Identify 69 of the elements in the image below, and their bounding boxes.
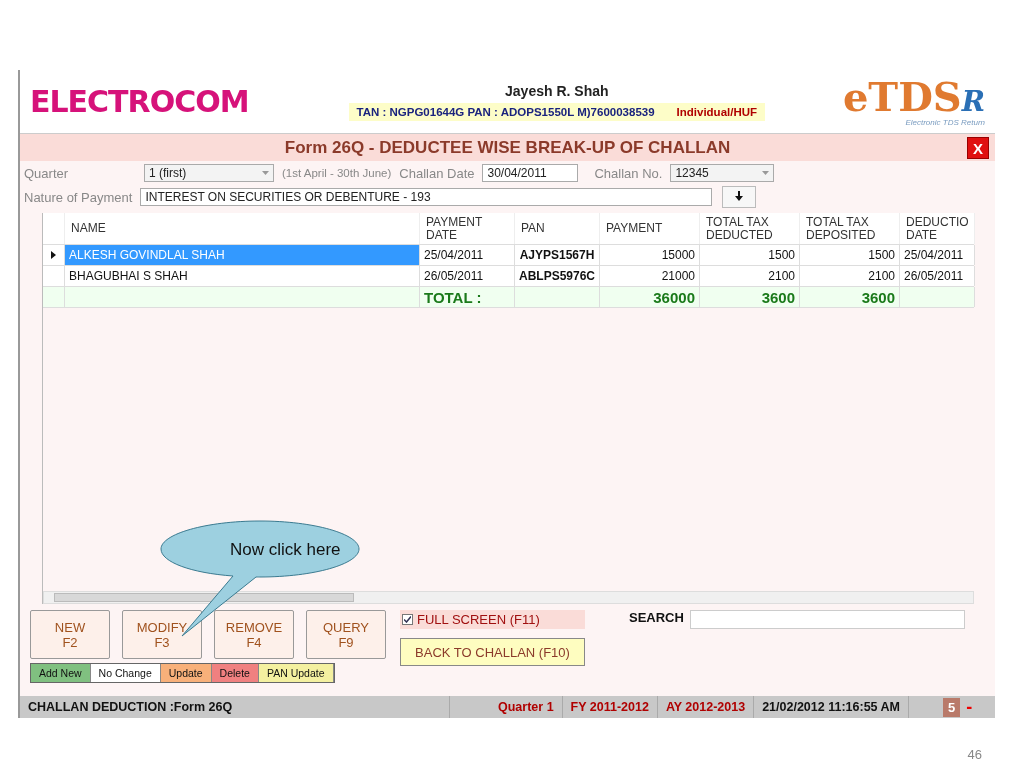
- search-field[interactable]: [689, 610, 965, 629]
- dropdown-arrow-icon: [262, 171, 269, 175]
- table-cell: ALKESH GOVINDLAL SHAH: [65, 245, 420, 265]
- nature-label: Nature of Payment: [24, 189, 133, 205]
- table-cell: ABLPS5976C: [515, 266, 600, 286]
- total-deducted: 3600: [700, 287, 800, 307]
- close-button[interactable]: X: [967, 137, 989, 159]
- quarter-range: (1st April - 30th June): [282, 167, 392, 179]
- quarter-dropdown[interactable]: 1 (first): [144, 164, 274, 182]
- full-screen-checkbox[interactable]: FULL SCREEN (F11): [400, 610, 585, 629]
- table-cell: 1500: [800, 245, 900, 265]
- table-cell: 26/05/2011: [420, 266, 515, 286]
- callout-text: Now click here: [230, 540, 341, 560]
- user-name: Jayesh R. Shah: [505, 82, 609, 99]
- nature-field[interactable]: INTEREST ON SECURITIES OR DEBENTURE - 193: [140, 188, 713, 206]
- column-header: TOTAL TAX DEPOSITED: [800, 213, 900, 244]
- total-payment: 36000: [600, 287, 700, 307]
- legend-item: PAN Update: [258, 664, 334, 682]
- action-button[interactable]: REMOVE F4: [214, 610, 294, 659]
- action-button[interactable]: MODIFY F3: [122, 610, 202, 659]
- legend-item: Add New: [31, 664, 91, 682]
- challan-no-dropdown[interactable]: 12345: [670, 164, 775, 182]
- challan-no-label: Challan No.: [594, 165, 663, 181]
- column-header: DEDUCTIO DATE: [900, 213, 975, 244]
- table-cell: 26/05/2011: [900, 266, 975, 286]
- company-logo: ELECTROCOM: [30, 82, 249, 121]
- screen-name: CHALLAN DEDUCTION :Form 26Q: [20, 696, 450, 718]
- page-number: 46: [967, 747, 982, 762]
- legend-item: No Change: [90, 664, 161, 682]
- form-title: Form 26Q - DEDUCTEE WISE BREAK-UP OF CHALLAN: [284, 137, 731, 158]
- column-header: TOTAL TAX DEDUCTED: [700, 213, 800, 244]
- column-header: PAYMENT DATE: [420, 213, 515, 244]
- table-cell: 25/04/2011: [900, 245, 975, 265]
- record-count: 5: [943, 697, 961, 717]
- quarter-status: Quarter 1: [450, 696, 563, 718]
- column-header: NAME: [65, 213, 420, 244]
- table-cell: 25/04/2011: [420, 245, 515, 265]
- assessment-year: AY 2012-2013: [657, 696, 755, 718]
- challan-date-field[interactable]: 30/04/2011: [482, 164, 579, 182]
- table-cell: 2100: [700, 266, 800, 286]
- table-cell: 2100: [800, 266, 900, 286]
- table-cell: 15000: [600, 245, 700, 265]
- table-cell: BHAGUBHAI S SHAH: [65, 266, 420, 286]
- quarter-label: Quarter: [24, 165, 70, 181]
- product-logo-suffix: R: [961, 84, 985, 118]
- table-cell: 1500: [700, 245, 800, 265]
- total-label: TOTAL :: [420, 287, 515, 307]
- tax-ids: TAN : NGPG01644G PAN : ADOPS1550L M)7600038539: [356, 105, 655, 118]
- product-logo: eTDS: [842, 76, 962, 117]
- action-button[interactable]: NEW F2: [30, 610, 110, 659]
- down-arrow-button[interactable]: [722, 186, 757, 208]
- legend-item: Delete: [211, 664, 259, 682]
- date-time: 21/02/2012 11:16:55 AM: [754, 696, 909, 718]
- total-deposited: 3600: [800, 287, 900, 307]
- financial-year: FY 2011-2012: [562, 696, 658, 718]
- action-button[interactable]: QUERY F9: [306, 610, 386, 659]
- down-arrow-icon: [735, 191, 744, 201]
- table-cell: AJYPS1567H: [515, 245, 600, 265]
- legend-item: Update: [160, 664, 212, 682]
- back-to-challan-button[interactable]: BACK TO CHALLAN (F10): [400, 638, 585, 666]
- table-cell: 21000: [600, 266, 700, 286]
- assessee-category: Individual/HUF: [676, 105, 758, 118]
- challan-date-label: Challan Date: [399, 165, 475, 181]
- search-label: SEARCH: [629, 610, 684, 625]
- column-header: PAN: [515, 213, 600, 244]
- dropdown-arrow-icon: [762, 171, 770, 175]
- horizontal-scrollbar[interactable]: [43, 591, 974, 604]
- product-tagline: Electronic TDS Return: [905, 117, 985, 127]
- column-header: PAYMENT: [600, 213, 700, 244]
